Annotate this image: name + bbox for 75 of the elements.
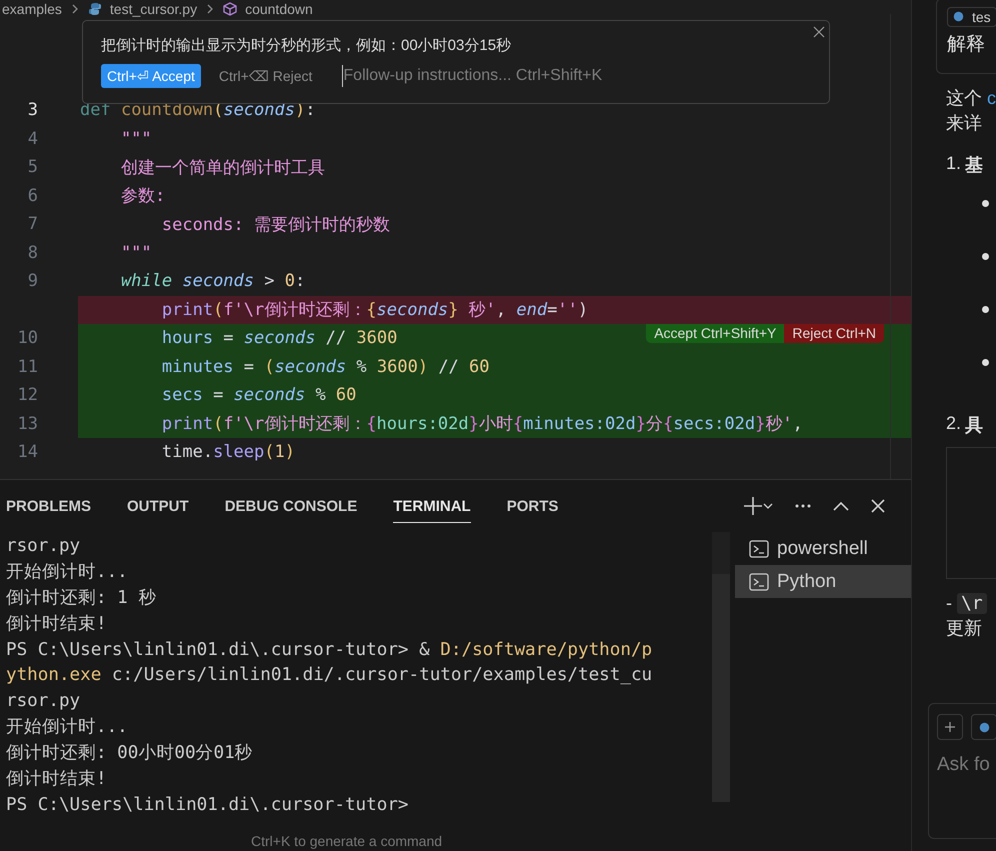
add-button[interactable] (937, 714, 963, 740)
line-number: 8 (28, 242, 38, 263)
chevron-icon (70, 4, 80, 14)
panel-tab[interactable]: DEBUG CONSOLE (224, 490, 358, 522)
breadcrumb-item[interactable]: examples (2, 0, 62, 18)
bullet-icon (982, 306, 989, 313)
line-number: 13 (18, 414, 38, 434)
line-number: 14 (18, 442, 38, 462)
list-number: 1. (946, 153, 962, 175)
input-placeholder: Ask fo (937, 754, 991, 776)
code-line: 参数: (120, 185, 166, 208)
terminal-icon (749, 538, 769, 558)
section-title: 基 (965, 154, 984, 177)
reject-button[interactable]: Reject Ctrl+N (784, 324, 884, 343)
close-icon[interactable] (813, 26, 825, 38)
accept-button[interactable]: Accept Ctrl+Shift+Y (646, 324, 784, 343)
line-number: 6 (28, 186, 38, 206)
plus-icon[interactable] (743, 496, 763, 516)
line-number: 7 (28, 214, 38, 234)
answer-text: 来详 (946, 112, 983, 135)
line-number: 3 (28, 100, 38, 120)
terminal-line: 开始倒计时... (6, 716, 129, 740)
line-number: 10 (18, 328, 38, 348)
breadcrumb-item[interactable]: countdown (245, 0, 313, 18)
line-number: 9 (28, 271, 38, 292)
file-chip[interactable]: tes (947, 6, 996, 26)
chat-input[interactable]: Ask fo (928, 703, 996, 839)
prompt-text: 把倒计时的输出显示为时分秒的形式，例如：00小时03分15秒 (101, 36, 512, 55)
terminal-hint: Ctrl+K to generate a command (251, 833, 442, 849)
code-line: seconds: 需要倒计时的秒数 (160, 214, 391, 237)
panel-tab[interactable]: TERMINAL (393, 490, 471, 522)
terminal-line: rsor.py (6, 690, 82, 714)
line-number: 4 (28, 128, 38, 149)
breadcrumb-item[interactable]: test_cursor.py (110, 0, 198, 18)
answer-text: 更新 (946, 617, 983, 640)
terminal-line: rsor.py (6, 535, 82, 558)
panel-tab[interactable]: OUTPUT (127, 490, 189, 522)
bullet-icon (982, 253, 989, 260)
code-line: """ (120, 128, 153, 151)
close-icon[interactable] (871, 499, 885, 513)
more-icon[interactable] (795, 504, 811, 508)
terminal-item[interactable]: Python (735, 565, 911, 598)
follow-up-input[interactable]: Follow-up instructions... Ctrl+Shift+K (342, 65, 811, 87)
bullet-icon (982, 200, 989, 207)
bullet-icon (982, 359, 989, 366)
terminal-line: PS C:\Users\linlin01.di\.cursor-tutor> & D:/software/python/p (6, 638, 654, 662)
file-chip[interactable] (971, 714, 996, 740)
line-number: 11 (18, 356, 38, 377)
chevron-up-icon[interactable] (833, 501, 849, 511)
cube-icon (223, 2, 238, 16)
terminal-item[interactable]: powershell (735, 532, 911, 565)
reject-button[interactable]: Ctrl+⌫ Reject (212, 64, 318, 88)
list-number: 2. (946, 413, 962, 435)
line-number: 5 (28, 157, 38, 178)
chevron-icon (205, 4, 216, 14)
terminal-line: 倒计时结束! (6, 612, 108, 636)
terminal-line: 开始倒计时... (6, 560, 129, 584)
answer-text: 这个 c (946, 87, 996, 110)
terminal-line: 倒计时还剩: 1 秒 (6, 586, 158, 610)
panel-tab[interactable]: PORTS (506, 490, 558, 522)
code-line: 创建一个简单的倒计时工具 (120, 156, 326, 180)
code-line: while seconds > 0: (120, 270, 306, 294)
section-title: 具 (965, 414, 984, 437)
question-text: 解释 (947, 33, 986, 57)
code-line: """ (120, 242, 153, 265)
line-number: 12 (18, 385, 38, 406)
terminal-line: PS C:\Users\linlin01.di\.cursor-tutor> (6, 794, 410, 817)
plus-icon (944, 721, 956, 733)
caret-icon[interactable] (763, 501, 773, 511)
terminal-line: 倒计时还剩: 00小时00分01秒 (6, 742, 254, 766)
panel-tab[interactable]: PROBLEMS (6, 490, 92, 522)
terminal-icon (749, 572, 769, 592)
terminal-line: ython.exe c:/Users/linlin01.di/.cursor-tutor/examples/test_cu (6, 664, 654, 688)
code-line: time.sleep(1) (160, 441, 296, 464)
terminal-line: 倒计时结束! (6, 768, 108, 792)
